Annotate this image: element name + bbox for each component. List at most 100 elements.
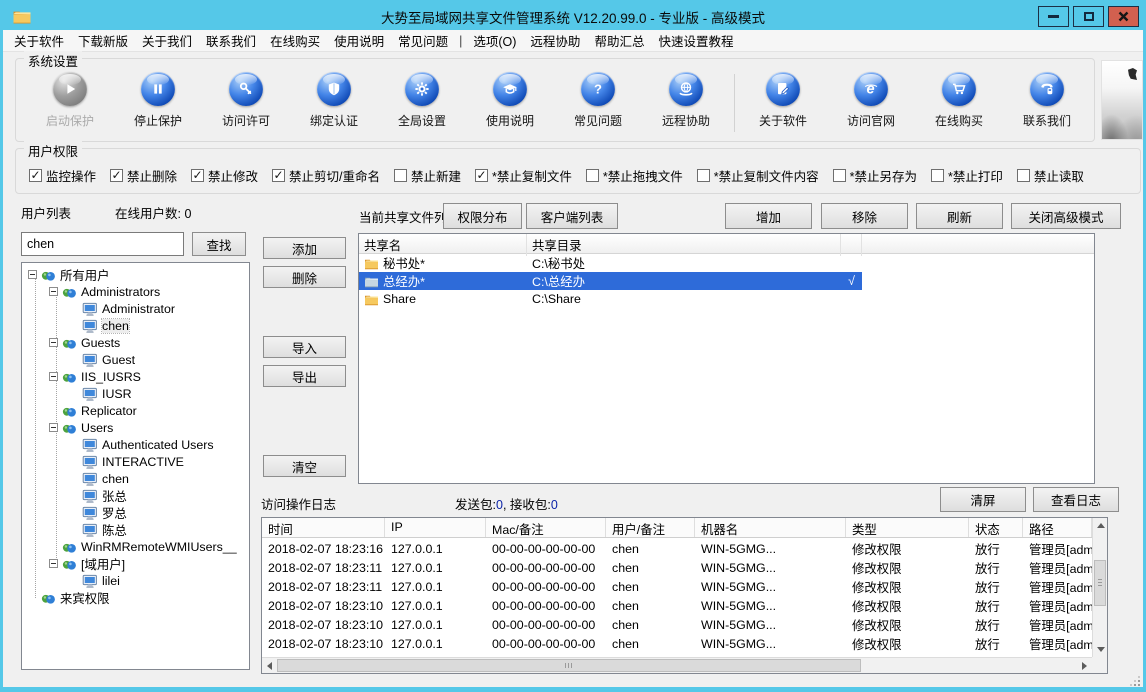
permission-checkbox-item[interactable]: 禁止新建 — [394, 166, 461, 185]
toolbar-item[interactable]: 联系我们 — [1003, 72, 1091, 129]
side-banner-image[interactable] — [1101, 60, 1143, 140]
vertical-scrollbar[interactable] — [1092, 518, 1107, 657]
export-button[interactable]: 导出 — [263, 365, 346, 387]
menu-item[interactable]: 在线购买 — [263, 29, 327, 52]
tree-item[interactable]: 张总 — [22, 487, 249, 504]
tree-item[interactable]: IIS_IUSRS — [22, 368, 249, 385]
permission-checkbox-item[interactable]: 禁止修改 — [191, 166, 258, 185]
checkbox-icon[interactable] — [1017, 169, 1030, 182]
toolbar-item[interactable]: 停止保护 — [114, 72, 202, 129]
toolbar-item[interactable]: 关于软件 — [739, 72, 827, 129]
tree-expander-icon[interactable] — [28, 270, 37, 279]
log-row[interactable]: 2018-02-07 18:23:11127.0.0.100-00-00-00-… — [262, 558, 1092, 577]
window-resize-grip[interactable] — [1130, 676, 1140, 686]
menu-item[interactable]: 联系我们 — [199, 29, 263, 52]
tree-expander-icon[interactable] — [49, 423, 58, 432]
scroll-up-button[interactable] — [1093, 518, 1108, 533]
permission-checkbox-item[interactable]: *禁止复制文件内容 — [697, 166, 819, 185]
log-row[interactable]: 2018-02-07 18:23:16127.0.0.100-00-00-00-… — [262, 539, 1092, 558]
toolbar-item[interactable]: ? 常见问题 — [554, 72, 642, 129]
menu-item[interactable]: 常见问题 — [391, 29, 455, 52]
share-row[interactable]: 秘书处* C:\秘书处 — [359, 254, 1094, 272]
clear-users-button[interactable]: 清空 — [263, 455, 346, 477]
vertical-scroll-thumb[interactable] — [1094, 560, 1106, 606]
horizontal-scrollbar[interactable] — [262, 657, 1092, 673]
log-column-header[interactable]: 路径 — [1023, 518, 1092, 537]
tree-item[interactable]: Administrator — [22, 300, 249, 317]
checkbox-icon[interactable] — [931, 169, 944, 182]
menu-item[interactable]: 快速设置教程 — [651, 29, 740, 52]
toolbar-item[interactable]: 全局设置 — [378, 72, 466, 129]
tree-expander-icon[interactable] — [49, 287, 58, 296]
tree-item[interactable]: IUSR — [22, 385, 249, 402]
checkbox-icon[interactable] — [110, 169, 123, 182]
permission-checkbox-item[interactable]: *禁止另存为 — [833, 166, 917, 185]
tree-item[interactable]: lilei — [22, 572, 249, 589]
toolbar-item[interactable]: 在线购买 — [915, 72, 1003, 129]
tree-item[interactable]: Users — [22, 419, 249, 436]
search-input[interactable] — [21, 232, 184, 256]
tree-expander-icon[interactable] — [49, 338, 58, 347]
tree-item[interactable]: WinRMRemoteWMIUsers__ — [22, 538, 249, 555]
menu-item[interactable]: 使用说明 — [327, 29, 391, 52]
menu-item[interactable]: 关于软件 — [7, 29, 71, 52]
delete-user-button[interactable]: 删除 — [263, 266, 346, 288]
horizontal-scroll-thumb[interactable] — [277, 659, 861, 672]
tree-expander-icon[interactable] — [49, 372, 58, 381]
log-column-header[interactable]: IP — [385, 518, 486, 537]
checkbox-icon[interactable] — [833, 169, 846, 182]
toolbar-item[interactable]: 启动保护 — [26, 72, 114, 129]
share-column-name[interactable]: 共享名 — [359, 234, 527, 256]
share-column-dir[interactable]: 共享目录 — [527, 234, 841, 256]
log-column-header[interactable]: 机器名 — [695, 518, 846, 537]
client-list-button[interactable]: 客户端列表 — [526, 203, 618, 229]
tree-item[interactable]: INTERACTIVE — [22, 453, 249, 470]
tree-item[interactable]: chen — [22, 317, 249, 334]
scroll-down-button[interactable] — [1093, 642, 1108, 657]
toolbar-item[interactable]: 远程协助 — [642, 72, 730, 129]
horizontal-scroll-track[interactable] — [277, 658, 1077, 673]
log-column-header[interactable]: 时间 — [262, 518, 385, 537]
menu-item[interactable]: 下载新版 — [71, 29, 135, 52]
permission-checkbox-item[interactable]: *禁止复制文件 — [475, 166, 572, 185]
log-row[interactable]: 2018-02-07 18:23:11127.0.0.100-00-00-00-… — [262, 577, 1092, 596]
tree-item[interactable]: Replicator — [22, 402, 249, 419]
permission-checkbox-item[interactable]: *禁止打印 — [931, 166, 1003, 185]
share-row[interactable]: Share C:\Share — [359, 290, 1094, 308]
log-row[interactable]: 2018-02-07 18:23:10127.0.0.100-00-00-00-… — [262, 634, 1092, 653]
checkbox-icon[interactable] — [394, 169, 407, 182]
close-button[interactable] — [1108, 6, 1139, 27]
permission-checkbox-item[interactable]: 禁止删除 — [110, 166, 177, 185]
clear-screen-button[interactable]: 清屏 — [940, 487, 1026, 512]
menu-item[interactable]: 远程协助 — [523, 29, 587, 52]
tree-item[interactable]: Administrators — [22, 283, 249, 300]
log-row[interactable]: 2018-02-07 18:23:10127.0.0.100-00-00-00-… — [262, 615, 1092, 634]
checkbox-icon[interactable] — [191, 169, 204, 182]
minimize-button[interactable] — [1038, 6, 1069, 27]
toolbar-item[interactable]: e 访问官网 — [827, 72, 915, 129]
permission-checkbox-item[interactable]: 禁止读取 — [1017, 166, 1084, 185]
tree-item[interactable]: [域用户] — [22, 555, 249, 572]
share-row[interactable]: 总经办* C:\总经办 √ — [359, 272, 1094, 290]
log-row[interactable]: 2018-02-07 18:23:10127.0.0.100-00-00-00-… — [262, 596, 1092, 615]
checkbox-icon[interactable] — [272, 169, 285, 182]
permission-checkbox-item[interactable]: 监控操作 — [29, 166, 96, 185]
share-column-blank[interactable] — [841, 234, 862, 256]
menu-item[interactable]: 选项(O) — [466, 29, 523, 52]
view-log-button[interactable]: 查看日志 — [1033, 487, 1119, 512]
checkbox-icon[interactable] — [29, 169, 42, 182]
checkbox-icon[interactable] — [697, 169, 710, 182]
scroll-left-button[interactable] — [262, 658, 277, 673]
log-column-header[interactable]: 用户/备注 — [606, 518, 695, 537]
close-advanced-mode-button[interactable]: 关闭高级模式 — [1011, 203, 1121, 229]
maximize-button[interactable] — [1073, 6, 1104, 27]
permission-checkbox-item[interactable]: 禁止剪切/重命名 — [272, 166, 380, 185]
toolbar-item[interactable]: 访问许可 — [202, 72, 290, 129]
import-button[interactable]: 导入 — [263, 336, 346, 358]
tree-item[interactable]: 来宾权限 — [22, 589, 249, 606]
toolbar-item[interactable]: 使用说明 — [466, 72, 554, 129]
log-column-header[interactable]: 状态 — [969, 518, 1023, 537]
checkbox-icon[interactable] — [586, 169, 599, 182]
find-button[interactable]: 查找 — [192, 232, 246, 256]
tree-item[interactable]: Guests — [22, 334, 249, 351]
